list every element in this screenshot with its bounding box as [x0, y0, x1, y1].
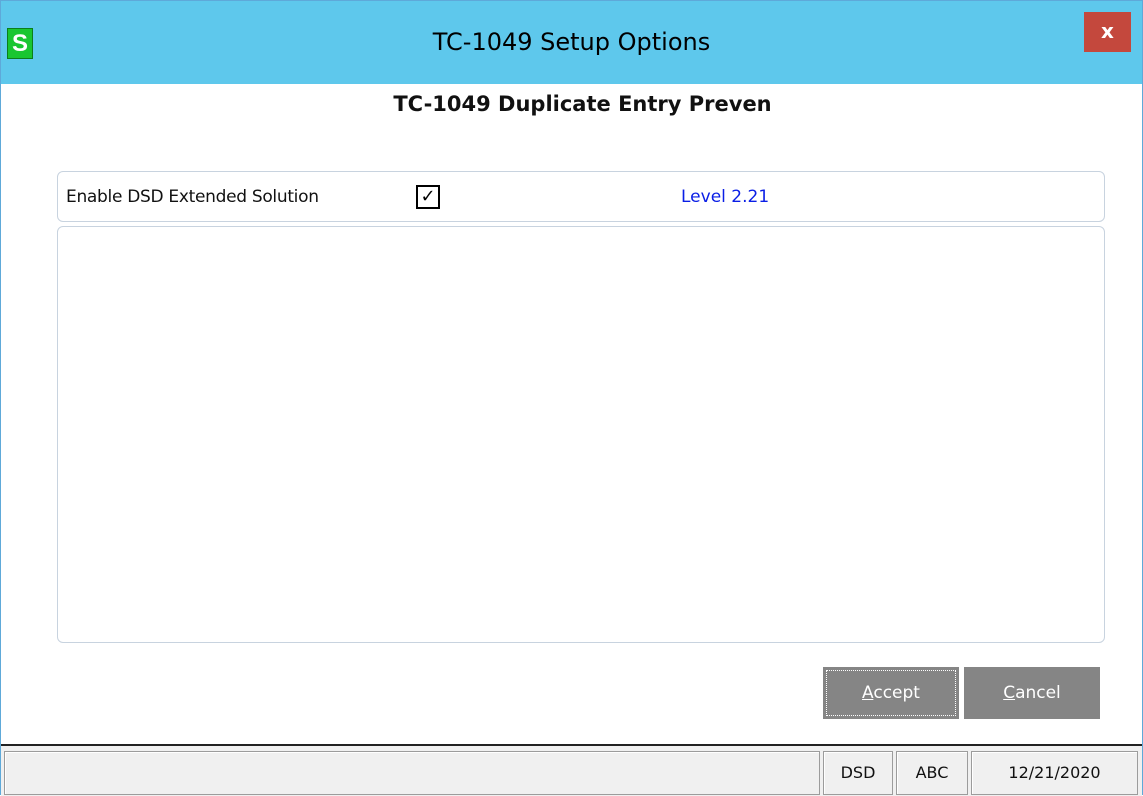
status-company: ABC — [896, 751, 968, 795]
cancel-label: ancel — [1015, 683, 1061, 703]
status-bar: DSD ABC 12/21/2020 — [1, 744, 1142, 796]
enable-extended-solution-label: Enable DSD Extended Solution — [66, 187, 319, 207]
details-panel — [57, 226, 1105, 643]
cancel-button[interactable]: Cancel — [964, 667, 1100, 719]
cancel-mnemonic: C — [1003, 683, 1016, 703]
enable-extended-solution-checkbox[interactable]: ✓ — [416, 185, 440, 209]
dialog-content: TC-1049 Duplicate Entry Preven Enable DS… — [24, 84, 1141, 744]
status-message — [4, 751, 820, 795]
status-company-code: DSD — [823, 751, 893, 795]
window-title: TC-1049 Setup Options — [432, 28, 711, 56]
options-panel: Enable DSD Extended Solution ✓ Level 2.2… — [57, 171, 1105, 222]
level-label: Level 2.21 — [681, 187, 770, 207]
page-title: TC-1049 Duplicate Entry Preven — [393, 92, 772, 116]
focus-ring — [826, 670, 956, 716]
setup-options-window: S TC-1049 Setup Options x TC-1049 Duplic… — [0, 0, 1143, 796]
checkmark-icon: ✓ — [420, 186, 436, 207]
close-button[interactable]: x — [1084, 12, 1131, 52]
title-bar[interactable]: S TC-1049 Setup Options x — [1, 1, 1142, 84]
accept-button[interactable]: Accept — [823, 667, 959, 719]
close-icon: x — [1101, 19, 1114, 43]
status-date: 12/21/2020 — [971, 751, 1138, 795]
